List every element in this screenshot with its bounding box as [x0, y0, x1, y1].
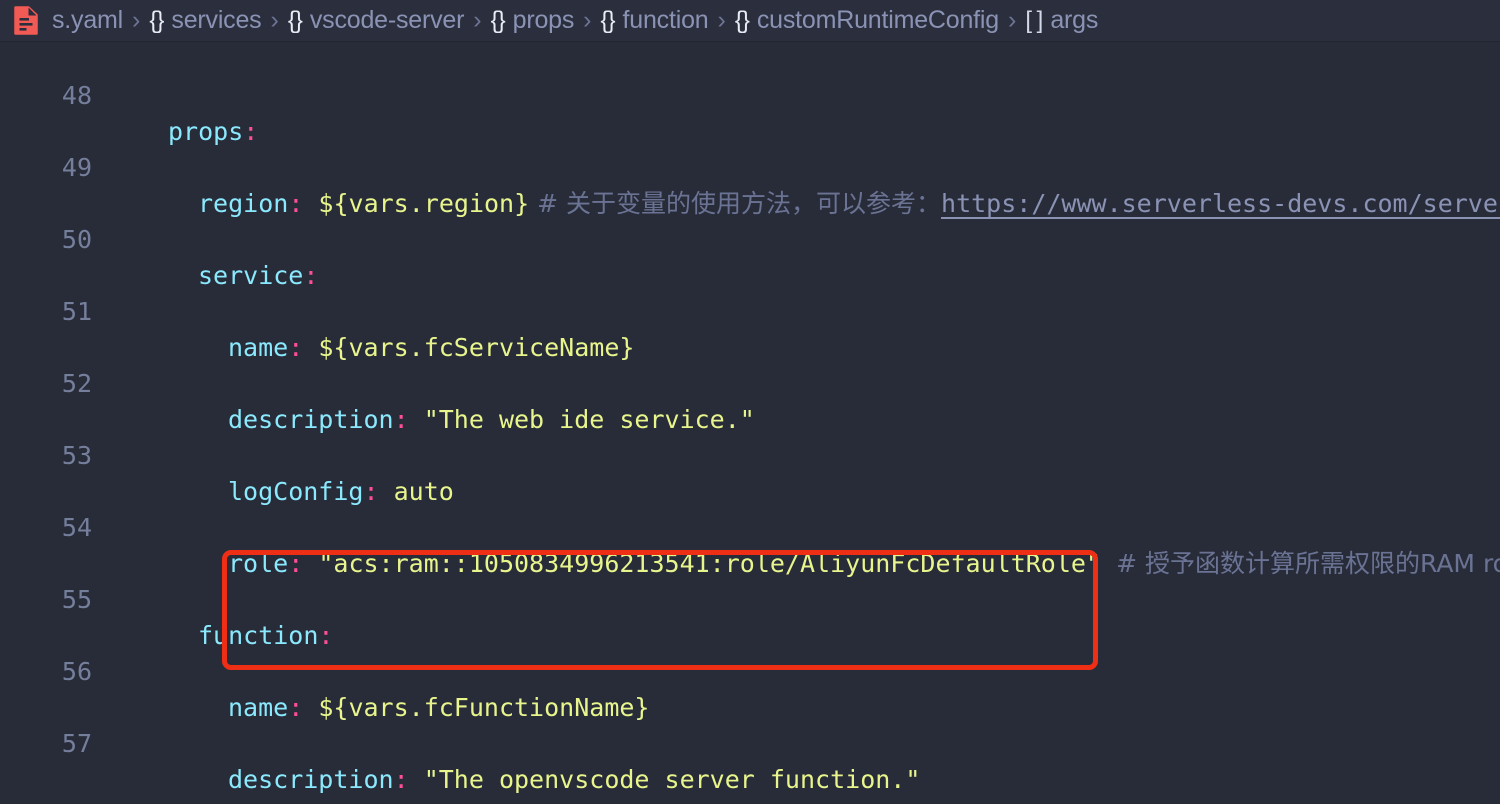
- line-number: 58: [0, 798, 92, 804]
- breadcrumb-item-label: services: [171, 6, 261, 35]
- code-line[interactable]: 58 timeout: 900: [0, 762, 1500, 798]
- breadcrumb-item-label: props: [513, 6, 575, 35]
- breadcrumb-item-label: args: [1050, 6, 1098, 35]
- yaml-file-icon: [14, 6, 38, 35]
- breadcrumb-item-label: customRuntimeConfig: [757, 6, 999, 35]
- breadcrumb[interactable]: s.yaml › {} services › {} vscode-server …: [0, 0, 1500, 42]
- object-symbol-icon: {}: [735, 7, 749, 35]
- breadcrumb-item-label: function: [623, 6, 709, 35]
- breadcrumb-separator: ›: [473, 6, 481, 35]
- breadcrumb-separator: ›: [583, 6, 591, 35]
- code-line[interactable]: 50 service:: [0, 186, 1500, 222]
- code-editor[interactable]: 48 props: 49 region: ${vars.region} # 关于…: [0, 42, 1500, 804]
- object-symbol-icon: {}: [149, 7, 163, 35]
- code-line[interactable]: 49 region: ${vars.region} # 关于变量的使用方法，可以…: [0, 114, 1500, 150]
- object-symbol-icon: {}: [288, 7, 302, 35]
- breadcrumb-separator: ›: [717, 6, 725, 35]
- breadcrumb-item-label: s.yaml: [52, 6, 123, 35]
- line-number: 49: [0, 150, 92, 186]
- object-symbol-icon: {}: [491, 7, 505, 35]
- object-symbol-icon: {}: [600, 7, 614, 35]
- code-line[interactable]: 56 name: ${vars.fcFunctionName}: [0, 618, 1500, 654]
- line-number: 50: [0, 222, 92, 258]
- breadcrumb-item-label: vscode-server: [310, 6, 464, 35]
- code-line[interactable]: 57 description: "The openvscode server f…: [0, 690, 1500, 726]
- breadcrumb-separator: ›: [1008, 6, 1016, 35]
- code-line[interactable]: 52 description: "The web ide service.": [0, 330, 1500, 366]
- code-line[interactable]: 53 logConfig: auto: [0, 402, 1500, 438]
- breadcrumb-item-services[interactable]: {} services: [149, 6, 261, 35]
- line-number: 54: [0, 510, 92, 546]
- line-number: 52: [0, 366, 92, 402]
- breadcrumb-separator: ›: [270, 6, 278, 35]
- breadcrumb-separator: ›: [132, 6, 140, 35]
- array-symbol-icon: [ ]: [1025, 7, 1042, 35]
- line-number: 53: [0, 438, 92, 474]
- line-number: 57: [0, 726, 92, 762]
- breadcrumb-item-function[interactable]: {} function: [600, 6, 708, 35]
- breadcrumb-item-s-yaml[interactable]: s.yaml: [50, 6, 123, 35]
- code-line[interactable]: 51 name: ${vars.fcServiceName}: [0, 258, 1500, 294]
- line-number: 55: [0, 582, 92, 618]
- code-line[interactable]: 54 role: "acs:ram::1050834996213541:role…: [0, 474, 1500, 510]
- breadcrumb-item-vscode-server[interactable]: {} vscode-server: [288, 6, 464, 35]
- line-number: 48: [0, 78, 92, 114]
- code-line[interactable]: 48 props:: [0, 42, 1500, 78]
- breadcrumb-item-props[interactable]: {} props: [491, 6, 575, 35]
- breadcrumb-item-customruntimeconfig[interactable]: {} customRuntimeConfig: [735, 6, 999, 35]
- breadcrumb-item-args[interactable]: [ ] args: [1025, 6, 1098, 35]
- line-number: 51: [0, 294, 92, 330]
- code-line[interactable]: 55 function:: [0, 546, 1500, 582]
- line-number: 56: [0, 654, 92, 690]
